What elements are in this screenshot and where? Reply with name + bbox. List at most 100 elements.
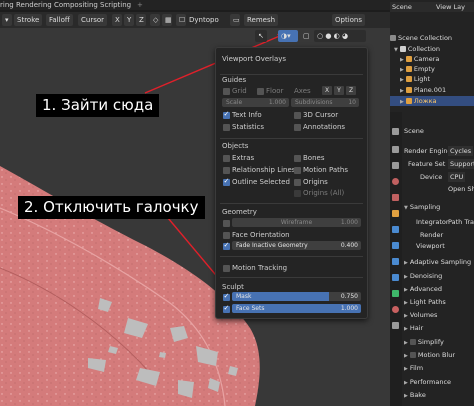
dyntopo-toggle[interactable]: ☐ — [176, 14, 186, 26]
advanced-row[interactable]: ▶ Advanced — [404, 284, 474, 294]
origins-checkbox[interactable] — [294, 179, 301, 186]
render-engine-row[interactable]: Render Engine Cycles — [404, 146, 474, 156]
brush-icon[interactable]: ▾ — [2, 14, 12, 26]
scene-selector[interactable]: Scene View Lay — [390, 2, 474, 12]
outliner-item[interactable]: ▶ Empty — [390, 64, 474, 74]
dyntopo-dropdown[interactable]: Dyntopo — [186, 14, 222, 26]
extras-checkbox[interactable] — [223, 155, 230, 162]
annotations-checkbox[interactable] — [294, 124, 301, 131]
face-orientation-checkbox[interactable] — [223, 232, 230, 239]
feature-set-row[interactable]: Feature Set Supporte — [404, 159, 474, 169]
origins-all-label: Origins (All) — [303, 189, 345, 197]
world-tab-icon[interactable] — [392, 194, 399, 201]
open-shading-row[interactable]: Open Sh — [404, 184, 474, 194]
mirror-y-button[interactable]: Y — [124, 14, 134, 26]
axis-y-toggle[interactable]: Y — [334, 86, 344, 95]
outliner-item[interactable]: ▶ Plane.001 — [390, 85, 474, 95]
face-sets-checkbox[interactable] — [223, 304, 230, 313]
material-tab-icon[interactable] — [392, 306, 399, 313]
falloff-dropdown[interactable]: Falloff — [46, 14, 73, 26]
modifier-tab-icon[interactable] — [392, 226, 399, 233]
render-tab-icon[interactable] — [392, 146, 399, 153]
overlays-toggle-icon[interactable]: ◑▾ — [278, 30, 298, 42]
light-paths-row[interactable]: ▶ Light Paths — [404, 297, 474, 307]
motion-tracking-checkbox[interactable] — [223, 265, 230, 272]
bones-checkbox[interactable] — [294, 155, 301, 162]
outliner-item[interactable]: ▼ Collection — [390, 44, 474, 54]
performance-row[interactable]: ▶ Performance — [404, 377, 474, 387]
stroke-dropdown[interactable]: Stroke — [14, 14, 43, 26]
remesh-dropdown[interactable]: Remesh — [244, 14, 279, 26]
tab-scripting[interactable]: Scripting — [100, 1, 131, 9]
tab-rendering[interactable]: Rendering — [16, 1, 52, 9]
sampling-panel-header[interactable]: ▼ Sampling — [404, 202, 474, 212]
output-tab-icon[interactable] — [392, 162, 399, 169]
texture-tab-icon[interactable] — [392, 322, 399, 329]
wireframe-checkbox[interactable] — [223, 220, 230, 227]
tool-tab-icon[interactable] — [392, 128, 399, 135]
properties-scene-header: Scene — [404, 127, 424, 135]
face-sets-opacity-slider[interactable]: Face Sets 1.000 — [232, 304, 361, 313]
object-tab-icon[interactable] — [392, 210, 399, 217]
workspace-tabs: ring Rendering Compositing Scripting + — [0, 0, 390, 10]
symmetry-lock-icon[interactable]: ◇ — [150, 14, 160, 26]
shading-mode-buttons[interactable]: ○ ● ◐ ◕ — [314, 30, 366, 42]
pointer-icon[interactable]: ↖ — [255, 30, 267, 42]
simplify-row[interactable]: ▶ Simplify — [404, 337, 474, 347]
add-workspace-button[interactable]: + — [137, 1, 143, 9]
axis-x-toggle[interactable]: X — [322, 86, 332, 95]
grid-scale-field[interactable]: Scale 1.000 — [222, 98, 289, 107]
symmetry-tile-icon[interactable]: ▦ — [162, 14, 172, 26]
outliner-item[interactable]: ▶ Light — [390, 74, 474, 84]
fade-inactive-field[interactable]: Fade Inactive Geometry 0.400 — [232, 241, 361, 250]
floor-checkbox[interactable] — [257, 88, 264, 95]
wireframe-field[interactable]: Wireframe 1.000 — [232, 218, 361, 227]
motion-blur-checkbox[interactable] — [409, 352, 416, 358]
fade-inactive-checkbox[interactable] — [223, 241, 230, 250]
xray-icon[interactable]: ▢ — [300, 30, 312, 42]
outline-selected-checkbox[interactable] — [223, 177, 230, 186]
grid-checkbox[interactable] — [223, 88, 230, 95]
divider — [220, 256, 363, 257]
axis-z-toggle[interactable]: Z — [346, 86, 356, 95]
particles-tab-icon[interactable] — [392, 242, 399, 249]
mirror-z-button[interactable]: Z — [136, 14, 146, 26]
adaptive-sampling-row[interactable]: ▶ Adaptive Sampling — [404, 257, 474, 267]
bake-row[interactable]: ▶ Bake — [404, 390, 474, 400]
mirror-x-button[interactable]: X — [112, 14, 122, 26]
viewport-samples-row[interactable]: Viewport — [404, 241, 474, 251]
cursor-dropdown[interactable]: Cursor — [78, 14, 108, 26]
simplify-checkbox[interactable] — [409, 339, 416, 345]
view-layer-selector[interactable]: View Lay — [436, 2, 465, 12]
tab-compositing[interactable]: Compositing — [54, 1, 98, 9]
data-tab-icon[interactable] — [392, 290, 399, 297]
physics-tab-icon[interactable] — [392, 258, 399, 265]
denoising-row[interactable]: ▶ Denoising — [404, 271, 474, 281]
options-dropdown[interactable]: Options — [332, 14, 366, 26]
empty-icon — [405, 66, 412, 72]
scene-tab-icon[interactable] — [392, 178, 399, 185]
remesh-settings-icon[interactable]: ▭ — [230, 14, 240, 26]
outliner-scene-collection[interactable]: Scene Collection — [390, 33, 474, 43]
origins-all-checkbox[interactable] — [294, 190, 301, 197]
outliner-item-selected[interactable]: ▶ Ложка — [390, 96, 474, 106]
motion-tracking-label: Motion Tracking — [232, 264, 288, 272]
hair-row[interactable]: ▶ Hair — [404, 323, 474, 333]
text-info-checkbox[interactable] — [223, 110, 230, 119]
outliner-item[interactable]: ▶ Camera — [390, 54, 474, 64]
3d-cursor-checkbox[interactable] — [294, 112, 301, 119]
device-row[interactable]: Device CPU — [404, 172, 474, 182]
tab-sculpting[interactable]: ring — [0, 1, 14, 9]
integrator-row[interactable]: Integrator Path Trac — [404, 217, 474, 227]
relationship-lines-checkbox[interactable] — [223, 167, 230, 174]
render-samples-row[interactable]: Render — [404, 230, 474, 240]
motion-paths-checkbox[interactable] — [294, 167, 301, 174]
mask-checkbox[interactable] — [223, 292, 230, 301]
grid-subdivisions-field[interactable]: Subdivisions 10 — [291, 98, 359, 107]
mask-opacity-slider[interactable]: Mask 0.750 — [232, 292, 361, 301]
film-row[interactable]: ▶ Film — [404, 363, 474, 373]
volumes-row[interactable]: ▶ Volumes — [404, 310, 474, 320]
statistics-checkbox[interactable] — [223, 124, 230, 131]
motion-blur-row[interactable]: ▶ Motion Blur — [404, 350, 474, 360]
constraints-tab-icon[interactable] — [392, 274, 399, 281]
